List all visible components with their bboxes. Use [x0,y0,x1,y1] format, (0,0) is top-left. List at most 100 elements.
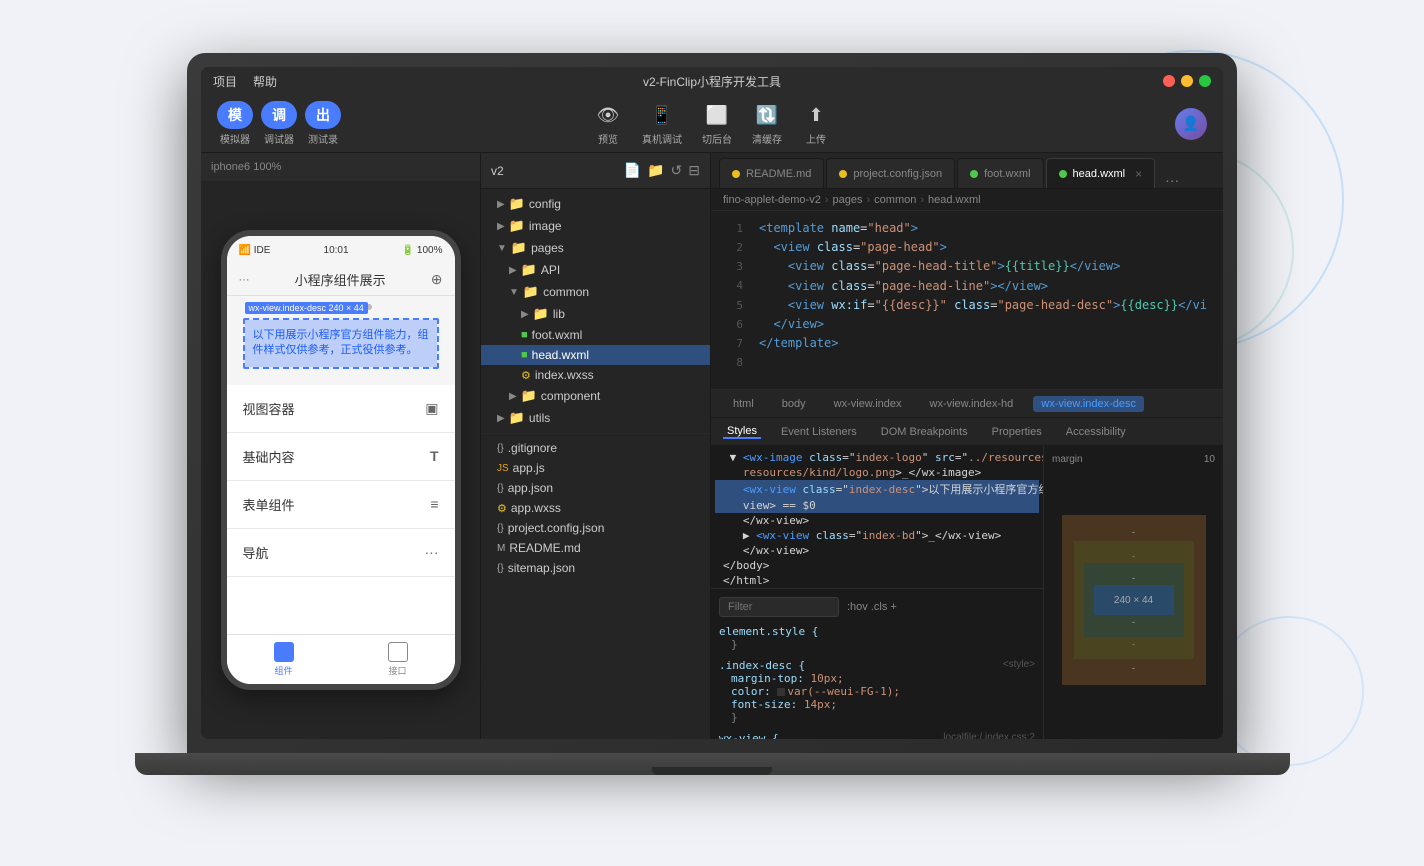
clear-cache-icon: 🔃 [753,101,781,129]
tree-item-index-wxss[interactable]: ⚙ index.wxss [481,365,710,385]
box-content: 240 × 44 [1094,585,1174,615]
tab-icon-readme [732,170,740,178]
tree-item-image[interactable]: ▶ 📁 image [481,215,710,237]
clear-cache-tool[interactable]: 🔃 清缓存 [752,101,782,146]
clear-cache-label: 清缓存 [752,131,782,146]
tab-properties[interactable]: Properties [988,426,1046,438]
styles-filter-tags: :hov .cls + [847,601,897,613]
test-label: 测试录 [308,131,338,146]
refresh-icon[interactable]: ↺ [671,162,683,179]
test-button[interactable]: 出 测试录 [305,101,341,146]
tree-item-project-config[interactable]: {} project.config.json [481,518,710,538]
padding-bottom-label: - [1094,617,1174,627]
close-button[interactable] [1163,75,1175,87]
menu-item-label: 基础内容 [243,447,295,466]
nav-item-components[interactable]: 组件 [227,642,341,677]
tab-icon-foot [970,170,978,178]
styles-filter-bar: :hov .cls + [719,597,1035,617]
tree-item-app-wxss[interactable]: ⚙ app.wxss [481,498,710,518]
code-line-5: 5 <view wx:if="{{desc}}" class="page-hea… [711,296,1223,315]
tab-dom-breakpoints[interactable]: DOM Breakpoints [877,426,972,438]
tree-item-common[interactable]: ▼ 📁 common [481,281,710,303]
tab-more-button[interactable]: ··· [1161,172,1183,188]
tab-readme[interactable]: README.md [719,158,824,188]
nav-item-api[interactable]: 接口 [341,642,455,677]
upload-icon: ⬆ [802,101,830,129]
box-model-visual: - - - 240 × 44 [1052,469,1215,731]
maximize-button[interactable] [1199,75,1211,87]
new-folder-icon[interactable]: 📁 [647,162,664,179]
simulate-button[interactable]: 模 模拟器 [217,101,253,146]
tree-item-app-js[interactable]: JS app.js [481,458,710,478]
menu-item-views[interactable]: 视图容器 ▣ [227,385,455,433]
tab-event-listeners[interactable]: Event Listeners [777,426,861,438]
html-tag-wx-view-hd[interactable]: wx-view.index-hd [922,396,1022,412]
tree-item-pages[interactable]: ▼ 📁 pages [481,237,710,259]
html-tag-html[interactable]: html [725,396,762,412]
new-file-icon[interactable]: 📄 [624,162,641,179]
real-device-tool[interactable]: 📱 真机调试 [642,101,682,146]
tree-item-head-wxml[interactable]: ■ head.wxml [481,345,710,365]
menu-item-form[interactable]: 表单组件 ≡ [227,481,455,529]
tree-item-readme[interactable]: M README.md [481,538,710,558]
style-rule-element: element.style { } [719,625,1035,651]
tree-item-config[interactable]: ▶ 📁 config [481,193,710,215]
html-tag-wx-view-desc[interactable]: wx-view.index-desc [1033,396,1144,412]
status-time: 10:01 [324,245,349,256]
tab-styles[interactable]: Styles [723,425,761,439]
tree-item-sitemap[interactable]: {} sitemap.json [481,558,710,578]
style-close: } [719,638,1035,651]
code-line-8: 8 [711,353,1223,372]
menu-project[interactable]: 项目 [213,73,237,90]
html-tag-body[interactable]: body [774,396,814,412]
code-line-2: 2 <view class="page-head"> [711,238,1223,257]
tab-close-head[interactable]: × [1135,167,1142,181]
debug-label: 调试器 [264,131,294,146]
tab-head-wxml[interactable]: head.wxml × [1046,158,1156,188]
laptop-screen: 项目 帮助 v2-FinClip小程序开发工具 模 模拟 [201,67,1223,739]
test-icon: 出 [305,101,341,129]
preview-header: iphone6 100% [201,153,480,181]
highlight-content: 以下用展示小程序官方组件能力，组件样式仅供参考，正式役供参考。 [245,320,437,367]
phone-mockup: 📶 IDE 10:01 🔋 100% ··· 小程序组件展示 ⊕ [201,181,480,739]
style-val-fontsize: 14px; [804,698,837,711]
user-avatar[interactable]: 👤 [1175,108,1207,140]
debug-button[interactable]: 调 调试器 [261,101,297,146]
upload-tool[interactable]: ⬆ 上传 [802,101,830,146]
html-line-highlighted-2: view> == $0 [715,498,1039,513]
tree-item-lib[interactable]: ▶ 📁 lib [481,303,710,325]
box-model-header: margin 10 [1052,454,1215,465]
styles-filter-input[interactable] [719,597,839,617]
tab-foot-wxml[interactable]: foot.wxml [957,158,1043,188]
collapse-icon[interactable]: ⊟ [688,162,700,179]
html-line: ▶ <wx-view class="index-bd">_</wx-view> [715,528,1039,543]
preview-tool[interactable]: 👁 预览 [594,101,622,146]
html-tag-wx-view-index[interactable]: wx-view.index [826,396,910,412]
menu-item-nav[interactable]: 导航 ··· [227,529,455,577]
tree-item-component[interactable]: ▶ 📁 component [481,385,710,407]
tree-item-utils[interactable]: ▶ 📁 utils [481,407,710,429]
tab-accessibility[interactable]: Accessibility [1062,426,1130,438]
laptop: 项目 帮助 v2-FinClip小程序开发工具 模 模拟 [187,53,1237,813]
main-content: iphone6 100% 📶 IDE 10:01 🔋 100% ··· 小程 [201,153,1223,739]
toolbar-right: 👤 [1175,108,1207,140]
tree-item-app-json[interactable]: {} app.json [481,478,710,498]
minimize-button[interactable] [1181,75,1193,87]
file-tree-panel: v2 📄 📁 ↺ ⊟ ▶ 📁 config [481,153,711,739]
menu-help[interactable]: 帮助 [253,73,277,90]
devtools-left: ▼ <wx-image class="index-logo" src="../r… [711,446,1043,739]
padding-label: - [1094,573,1174,583]
laptop-base [135,753,1290,775]
tab-label-readme: README.md [746,168,811,180]
highlight-label: wx-view.index-desc 240 × 44 [245,302,368,314]
tree-item-gitignore[interactable]: {} .gitignore [481,438,710,458]
cut-tool[interactable]: ⬜ 切后台 [702,101,732,146]
html-line: </wx-view> [715,543,1039,558]
tree-item-api[interactable]: ▶ 📁 API [481,259,710,281]
style-source: <style> [1003,659,1035,672]
tree-item-foot-wxml[interactable]: ■ foot.wxml [481,325,710,345]
tab-label-head: head.wxml [1073,168,1126,180]
tab-project-config[interactable]: project.config.json [826,158,955,188]
menu-item-basic[interactable]: 基础内容 T [227,433,455,481]
style-val-color: var(--weui-FG-1); [787,685,900,698]
